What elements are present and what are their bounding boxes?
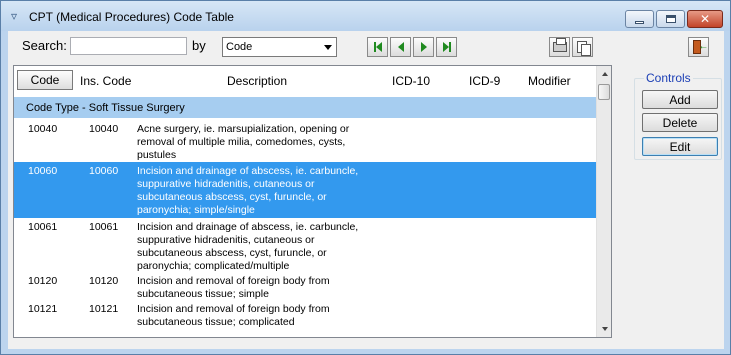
minimize-icon [635, 20, 644, 24]
column-header-ins-code: Ins. Code [80, 74, 132, 88]
add-button[interactable]: Add [642, 90, 718, 109]
grid-rows: 10040 10040 Acne surgery, ie. marsupiali… [14, 120, 596, 330]
maximize-button[interactable] [656, 10, 685, 28]
by-label: by [192, 38, 206, 53]
table-row[interactable]: 10061 10061 Incision and drainage of abs… [14, 218, 596, 272]
search-input[interactable] [70, 37, 187, 55]
cell-description: Acne surgery, ie. marsupialization, open… [137, 123, 350, 161]
cell-description: Incision and drainage of abscess, ie. ca… [137, 221, 359, 272]
column-header-code-label: Code [30, 73, 60, 87]
exit-door-icon: ← [692, 40, 709, 54]
cell-code: 10061 [28, 221, 58, 233]
column-header-description: Description [227, 74, 288, 88]
column-header-code[interactable]: Code [17, 70, 73, 90]
controls-legend: Controls [644, 71, 693, 85]
cell-description: Incision and drainage of abscess, ie. ca… [137, 165, 359, 216]
code-table-grid[interactable]: Code Ins. Code Description ICD-10 ICD-9 … [13, 65, 612, 338]
app-window: ▿ CPT (Medical Procedures) Code Table ✕ … [0, 0, 731, 355]
cell-code: 10120 [28, 275, 58, 287]
scroll-down-button[interactable] [597, 321, 611, 337]
title-bar[interactable]: ▿ CPT (Medical Procedures) Code Table ✕ [1, 1, 730, 31]
edit-button[interactable]: Edit [642, 137, 718, 156]
exit-button[interactable]: ← [688, 37, 709, 57]
cell-code: 10121 [28, 303, 58, 315]
scroll-up-button[interactable] [597, 66, 611, 82]
search-by-select[interactable]: Code [222, 37, 337, 57]
previous-record-icon [397, 42, 404, 52]
first-record-icon [373, 42, 382, 52]
printer-icon [552, 38, 567, 52]
search-label: Search: [22, 38, 67, 53]
minimize-button[interactable] [625, 10, 654, 28]
next-record-button[interactable] [413, 37, 434, 57]
cell-ins-code: 10040 [89, 123, 119, 135]
print-button[interactable] [549, 37, 570, 57]
scroll-down-icon [601, 327, 608, 331]
search-by-value: Code [226, 41, 253, 53]
table-row[interactable]: 10121 10121 Incision and removal of fore… [14, 300, 596, 330]
table-row[interactable]: 10040 10040 Acne surgery, ie. marsupiali… [14, 120, 596, 162]
column-header-icd10: ICD-10 [392, 74, 431, 88]
cell-ins-code: 10121 [89, 303, 119, 315]
cell-ins-code: 10120 [89, 275, 119, 287]
chevron-down-icon [320, 38, 336, 56]
table-row-selected[interactable]: 10060 10060 Incision and drainage of abs… [14, 162, 596, 218]
next-record-icon [420, 42, 427, 52]
scroll-up-icon [601, 72, 608, 76]
vertical-scrollbar[interactable] [596, 66, 611, 337]
cell-ins-code: 10060 [89, 165, 119, 177]
cell-description: Incision and removal of foreign body fro… [137, 303, 330, 328]
cell-ins-code: 10061 [89, 221, 119, 233]
column-header-icd9: ICD-9 [469, 74, 501, 88]
last-record-button[interactable] [436, 37, 457, 57]
column-header-modifier: Modifier [528, 74, 571, 88]
window-title: CPT (Medical Procedures) Code Table [29, 10, 234, 24]
first-record-button[interactable] [367, 37, 388, 57]
grid-header: Code Ins. Code Description ICD-10 ICD-9 … [14, 66, 596, 94]
client-area: Search: by Code ← Code Ins. Code Descrip… [8, 31, 724, 349]
copy-button[interactable] [572, 37, 593, 57]
copy-icon [576, 40, 591, 56]
delete-button[interactable]: Delete [642, 113, 718, 132]
close-icon: ✕ [699, 12, 711, 26]
previous-record-button[interactable] [390, 37, 411, 57]
scrollbar-thumb[interactable] [598, 84, 610, 100]
cell-code: 10060 [28, 165, 58, 177]
cell-description: Incision and removal of foreign body fro… [137, 275, 330, 300]
table-row[interactable]: 10120 10120 Incision and removal of fore… [14, 272, 596, 300]
cell-code: 10040 [28, 123, 58, 135]
tooth-icon: ▿ [11, 9, 18, 23]
last-record-icon [442, 42, 451, 52]
close-button[interactable]: ✕ [687, 10, 723, 28]
maximize-icon [665, 15, 676, 23]
group-header-row: Code Type - Soft Tissue Surgery [14, 97, 596, 118]
